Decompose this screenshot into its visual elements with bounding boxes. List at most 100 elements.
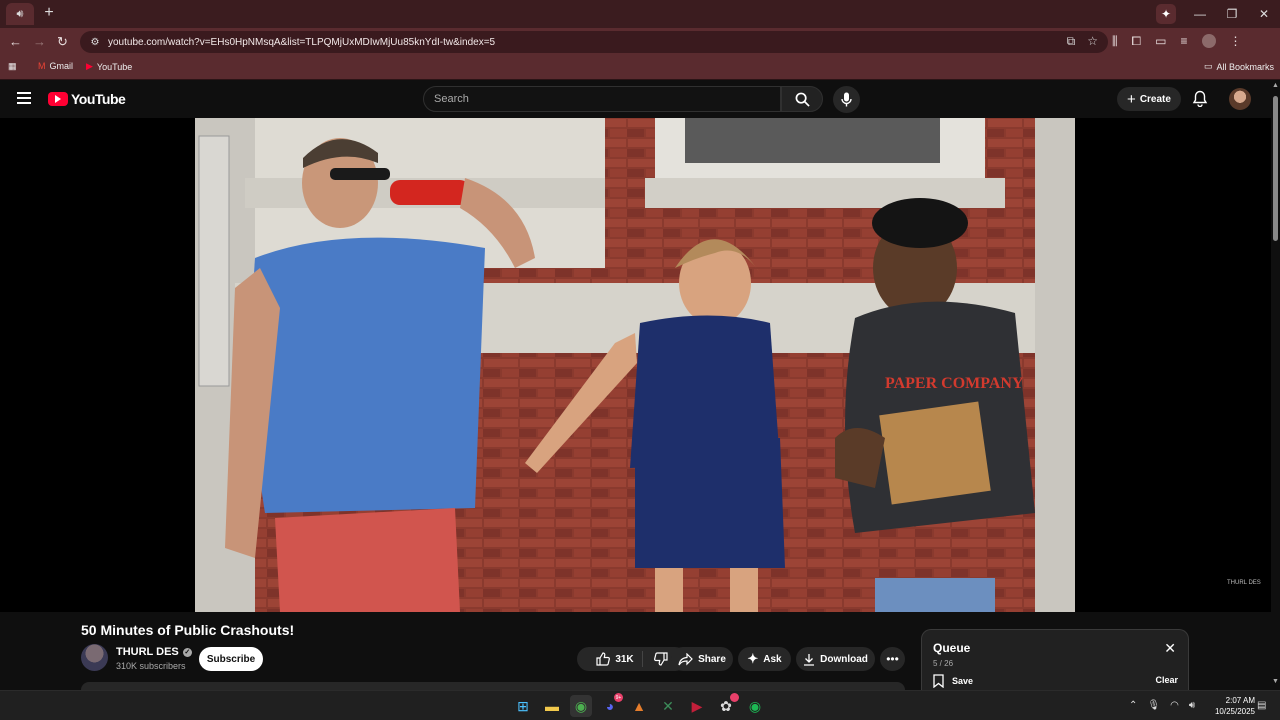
thumbs-down-icon — [653, 652, 668, 666]
forward-arrow-icon[interactable]: → — [33, 34, 46, 49]
video-title: 50 Minutes of Public Crashouts! — [81, 622, 295, 638]
chrome-icon[interactable]: ◉ — [570, 695, 592, 717]
notification-badge: 9+ — [614, 693, 623, 702]
account-avatar[interactable] — [1229, 88, 1251, 110]
volume-icon[interactable]: 🔊︎ — [1189, 700, 1195, 711]
bell-icon — [1192, 90, 1208, 108]
media-control-icon[interactable]: ⫼ — [1112, 34, 1118, 49]
site-info-icon[interactable]: ⚙ — [84, 37, 106, 48]
bookmarks-bar: ▦ M Gmail ▶ YouTube ▭ All Bookmarks — [0, 56, 1280, 80]
channel-avatar[interactable] — [81, 644, 108, 671]
browser-toolbar: ← → ↻ ⚙ youtube.com/watch?v=EHs0HpNMsqA&… — [0, 28, 1280, 56]
page-scrollbar[interactable] — [1271, 88, 1280, 688]
search-input[interactable]: Search — [423, 86, 781, 112]
queue-save-button[interactable]: Save — [933, 674, 973, 688]
windows-start-glyph: ⊞ — [517, 697, 529, 714]
search-button[interactable] — [781, 86, 823, 112]
like-button[interactable]: 31K — [596, 651, 643, 667]
profile-avatar[interactable] — [1201, 34, 1216, 48]
dislike-button[interactable] — [648, 652, 668, 666]
minimize-button[interactable]: — — [1184, 7, 1216, 21]
system-tray: ⌃ 🎙︎ ◠ 🔊︎ — [1129, 700, 1195, 711]
apps-grid-icon[interactable]: ▦ — [8, 61, 17, 72]
menu-kebab-icon[interactable]: ⋮ — [1230, 34, 1242, 49]
wifi-icon[interactable]: ◠ — [1170, 700, 1179, 711]
bookmark-star-icon[interactable]: ☆ — [1087, 34, 1098, 49]
chatgpt-icon[interactable]: ✿ — [715, 693, 739, 717]
gemini-icon[interactable]: ✦ — [1156, 4, 1176, 24]
queue-clear-button[interactable]: Clear — [1155, 675, 1178, 685]
windows-start-icon[interactable]: ⊞ — [512, 695, 534, 717]
hamburger-menu-icon[interactable] — [17, 92, 31, 104]
download-button[interactable]: Download — [796, 647, 875, 671]
gmail-icon: M — [38, 61, 46, 71]
back-arrow-icon[interactable]: ← — [9, 34, 22, 49]
youtube-play-icon — [48, 92, 68, 106]
taskbar-apps: ⊞ ▬ ◉ ◕ 9+ ▲ ✕ ▶ ✿ ◉ — [512, 693, 766, 717]
queue-position: 5 / 26 — [933, 659, 954, 668]
voice-search-button[interactable] — [833, 86, 860, 113]
file-explorer-glyph: ▬ — [545, 698, 559, 714]
plus-icon: + — [1127, 90, 1136, 108]
browser-tab[interactable]: 🔊︎ — [6, 3, 34, 25]
thumbs-up-icon — [596, 652, 611, 666]
queue-title: Queue — [933, 641, 971, 655]
install-app-icon[interactable]: ⧉ — [1067, 34, 1076, 49]
subscriber-count: 310K subscribers — [116, 661, 186, 671]
xbox-icon[interactable]: ✕ — [657, 695, 679, 717]
all-bookmarks[interactable]: ▭ All Bookmarks — [1204, 61, 1274, 72]
microphone-tray-icon[interactable]: 🎙︎ — [1147, 700, 1160, 711]
url-text[interactable]: youtube.com/watch?v=EHs0HpNMsqA&list=TLP… — [108, 37, 495, 48]
media-player-glyph: ▶ — [691, 697, 703, 714]
youtube-icon: ▶ — [86, 61, 93, 71]
scrollbar-thumb[interactable] — [1273, 96, 1278, 241]
notification-center-icon[interactable]: ▤ — [1257, 700, 1266, 711]
youtube-header: YouTube Search + Create — [0, 80, 1280, 118]
notification-badge — [730, 693, 739, 702]
create-button[interactable]: + Create — [1117, 87, 1181, 111]
svg-text:PAPER COMPANY: PAPER COMPANY — [885, 375, 1024, 392]
app-a-icon[interactable]: ▲ — [628, 695, 650, 717]
search-icon — [795, 92, 810, 107]
ask-button[interactable]: ✦ Ask — [738, 647, 791, 671]
bookmark-icon — [933, 674, 944, 688]
file-explorer-icon[interactable]: ▬ — [541, 695, 563, 717]
window-controls: — ❐ ✕ — [1184, 0, 1280, 28]
share-button[interactable]: Share — [671, 647, 733, 671]
app-a-glyph: ▲ — [632, 698, 646, 714]
bookmark-youtube[interactable]: ▶ YouTube — [86, 61, 132, 72]
subscribe-button[interactable]: Subscribe — [199, 647, 263, 671]
taskbar-clock[interactable]: 2:07 AM 10/25/2025 — [1207, 695, 1255, 717]
restore-button[interactable]: ❐ — [1216, 7, 1248, 21]
video-frame[interactable]: PAPER COMPANY — [195, 118, 1075, 612]
close-icon[interactable]: ✕ — [1164, 640, 1176, 657]
notifications-button[interactable] — [1192, 90, 1208, 112]
cast-icon[interactable]: ▭ — [1155, 34, 1166, 49]
extensions-icon[interactable]: ⧠ — [1132, 34, 1142, 49]
new-tab-button[interactable]: + — [40, 4, 58, 22]
description-box[interactable] — [81, 682, 905, 690]
spotify-glyph: ◉ — [748, 697, 762, 714]
media-player-icon[interactable]: ▶ — [686, 695, 708, 717]
microphone-icon — [841, 92, 852, 107]
video-watermark: THURL DES — [1227, 580, 1261, 586]
speaker-icon: 🔊︎ — [16, 7, 24, 20]
youtube-logo[interactable]: YouTube — [48, 91, 126, 107]
windows-taskbar: ⊞ ▬ ◉ ◕ 9+ ▲ ✕ ▶ ✿ ◉ ⌃ 🎙︎ ◠ 🔊︎ 2:07 AM 10/25/202… — [0, 690, 1280, 720]
reading-list-icon[interactable]: ≡ — [1180, 34, 1187, 49]
xbox-glyph: ✕ — [662, 697, 674, 714]
browser-tab-strip: 🔊︎ + ✦ — ❐ ✕ — [0, 0, 1280, 28]
more-actions-button[interactable]: ••• — [880, 647, 905, 671]
more-horizontal-icon: ••• — [886, 652, 899, 666]
discord-icon[interactable]: ◕ 9+ — [599, 693, 623, 717]
spotify-icon[interactable]: ◉ — [744, 695, 766, 717]
chevron-up-icon[interactable]: ⌃ — [1129, 700, 1137, 711]
chrome-glyph: ◉ — [574, 697, 588, 714]
reload-icon[interactable]: ↻ — [57, 34, 68, 50]
address-bar[interactable]: ⚙ youtube.com/watch?v=EHs0HpNMsqA&list=T… — [80, 31, 1108, 53]
share-icon — [678, 652, 693, 665]
scroll-down-arrow[interactable]: ▼ — [1272, 678, 1279, 685]
bookmark-gmail[interactable]: M Gmail — [38, 61, 73, 71]
channel-name[interactable]: THURL DES ✓ — [116, 646, 192, 658]
close-window-button[interactable]: ✕ — [1248, 7, 1280, 21]
